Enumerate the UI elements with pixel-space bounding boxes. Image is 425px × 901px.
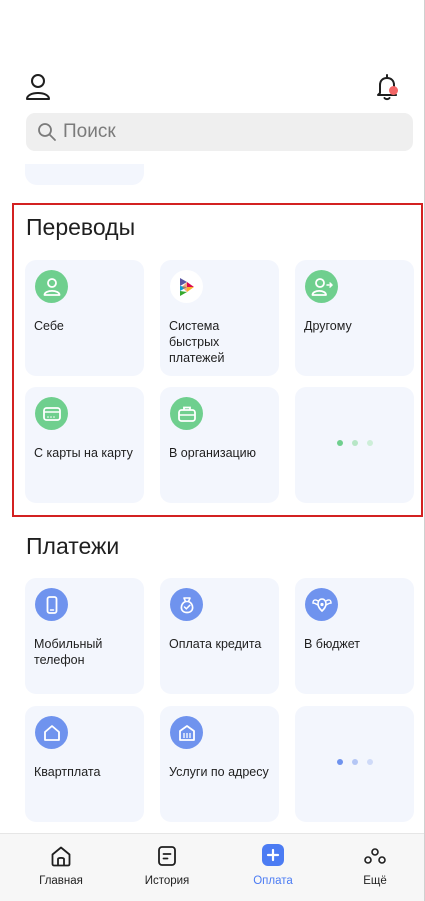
bell-icon [377,74,397,101]
bottom-tab-bar: Главная История Оплата Ещё [0,833,424,901]
tile-other-person[interactable]: Другому [295,260,414,376]
search-input[interactable]: Поиск [26,113,413,151]
tab-label: Оплата [253,875,293,887]
profile-button[interactable] [24,72,54,102]
house-icon [35,716,68,749]
more-dots-icon [295,759,414,765]
person-arrow-icon [305,270,338,303]
tile-label: Услуги по адресу [169,765,269,779]
partial-card[interactable] [25,164,144,185]
tile-more-transfers[interactable] [295,387,414,503]
tile-address-services[interactable]: Услуги по адресу [160,706,279,822]
person-icon [35,270,68,303]
tab-payment[interactable]: Оплата [228,834,318,901]
tile-label: Квартплата [34,765,101,779]
tile-rent[interactable]: Квартплата [25,706,144,822]
app-screen: Поиск Переводы Себе Система быстрых плат… [0,0,425,901]
tab-more[interactable]: Ещё [330,834,420,901]
notification-badge [389,86,398,95]
tile-label: Другому [304,319,352,333]
sbp-logo-icon [170,270,203,303]
tile-more-payments[interactable] [295,706,414,822]
tile-card-to-card[interactable]: С карты на карту [25,387,144,503]
tab-label: История [144,875,190,887]
tile-label: Оплата кредита [169,637,262,651]
tile-label: Мобильный телефон [34,637,103,667]
tile-sbp[interactable]: Система быстрых платежей [160,260,279,376]
tile-label: С карты на карту [34,446,133,460]
tile-mobile-phone[interactable]: Мобильный телефон [25,578,144,694]
plus-icon [262,844,284,866]
more-icon [364,848,386,864]
tile-to-organization[interactable]: В организацию [160,387,279,503]
card-icon [35,397,68,430]
coat-of-arms-icon [305,588,338,621]
tile-label: Система быстрых платежей [169,319,225,365]
tab-home[interactable]: Главная [16,834,106,901]
history-icon [158,846,176,866]
tile-loan-payment[interactable]: Оплата кредита [160,578,279,694]
building-icon [170,716,203,749]
top-bar [24,72,402,102]
home-icon [51,846,71,867]
tab-label: Главная [39,875,83,887]
tab-history[interactable]: История [122,834,212,901]
money-bag-icon [170,588,203,621]
search-placeholder: Поиск [63,121,116,142]
tile-label: Себе [34,319,64,333]
transfers-title: Переводы [26,214,136,240]
briefcase-icon [170,397,203,430]
more-dots-icon [295,440,414,446]
tile-label: В бюджет [304,637,360,651]
tile-label: В организацию [169,446,257,460]
tile-budget[interactable]: В бюджет [295,578,414,694]
notifications-button[interactable] [372,72,402,102]
payments-title: Платежи [26,533,120,559]
phone-icon [35,588,68,621]
profile-icon [26,74,50,100]
tile-self[interactable]: Себе [25,260,144,376]
search-icon [38,123,56,141]
tab-label: Ещё [363,875,387,887]
